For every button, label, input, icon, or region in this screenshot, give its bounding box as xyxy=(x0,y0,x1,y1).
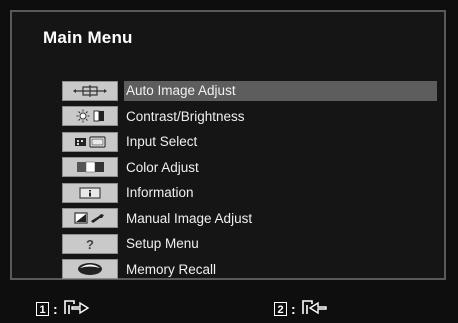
menu-item-label: Contrast/Brightness xyxy=(126,108,245,124)
auto-adjust-icon xyxy=(62,80,118,101)
input-select-icon xyxy=(62,131,118,152)
key2-separator: : xyxy=(291,300,296,317)
enter-icon xyxy=(300,298,330,319)
memory-recall-icon xyxy=(62,259,118,280)
menu-item-label: Auto Image Adjust xyxy=(126,83,236,99)
menu-item-setup-menu[interactable]: ? Setup Menu xyxy=(62,231,437,257)
svg-text:?: ? xyxy=(86,237,94,251)
menu-item-label: Manual Image Adjust xyxy=(126,210,253,226)
menu-item-label: Color Adjust xyxy=(126,159,199,175)
menu-item-color-adjust[interactable]: Color Adjust xyxy=(62,155,437,181)
menu-item-label: Information xyxy=(126,185,194,201)
osd-main-menu: Main Menu Auto Image Adjust Contrast/Bri… xyxy=(10,10,446,280)
menu-item-auto-image-adjust[interactable]: Auto Image Adjust xyxy=(62,78,437,104)
menu-item-contrast-brightness[interactable]: Contrast/Brightness xyxy=(62,104,437,130)
menu-item-input-select[interactable]: Input Select xyxy=(62,129,437,155)
menu-item-label: Setup Menu xyxy=(126,236,199,252)
exit-icon xyxy=(62,298,92,319)
key1-number: 1 xyxy=(36,301,49,316)
menu-list: Auto Image Adjust Contrast/Brightness In… xyxy=(62,78,437,282)
color-adjust-icon xyxy=(62,157,118,178)
key2-number: 2 xyxy=(274,301,287,316)
menu-item-manual-image-adjust[interactable]: Manual Image Adjust xyxy=(62,206,437,232)
menu-item-memory-recall[interactable]: Memory Recall xyxy=(62,257,437,283)
manual-adjust-icon xyxy=(62,208,118,229)
setup-icon: ? xyxy=(62,233,118,254)
menu-item-label: Memory Recall xyxy=(126,261,217,277)
key1-separator: : xyxy=(53,300,58,317)
brightness-icon xyxy=(62,106,118,127)
key1-hint[interactable]: 1 : xyxy=(36,298,92,319)
osd-footer: 1 : 2 : xyxy=(0,298,458,320)
key2-hint[interactable]: 2 : xyxy=(274,298,330,319)
menu-item-label: Input Select xyxy=(126,134,198,150)
menu-title: Main Menu xyxy=(43,28,133,47)
menu-item-information[interactable]: Information xyxy=(62,180,437,206)
information-icon xyxy=(62,182,118,203)
